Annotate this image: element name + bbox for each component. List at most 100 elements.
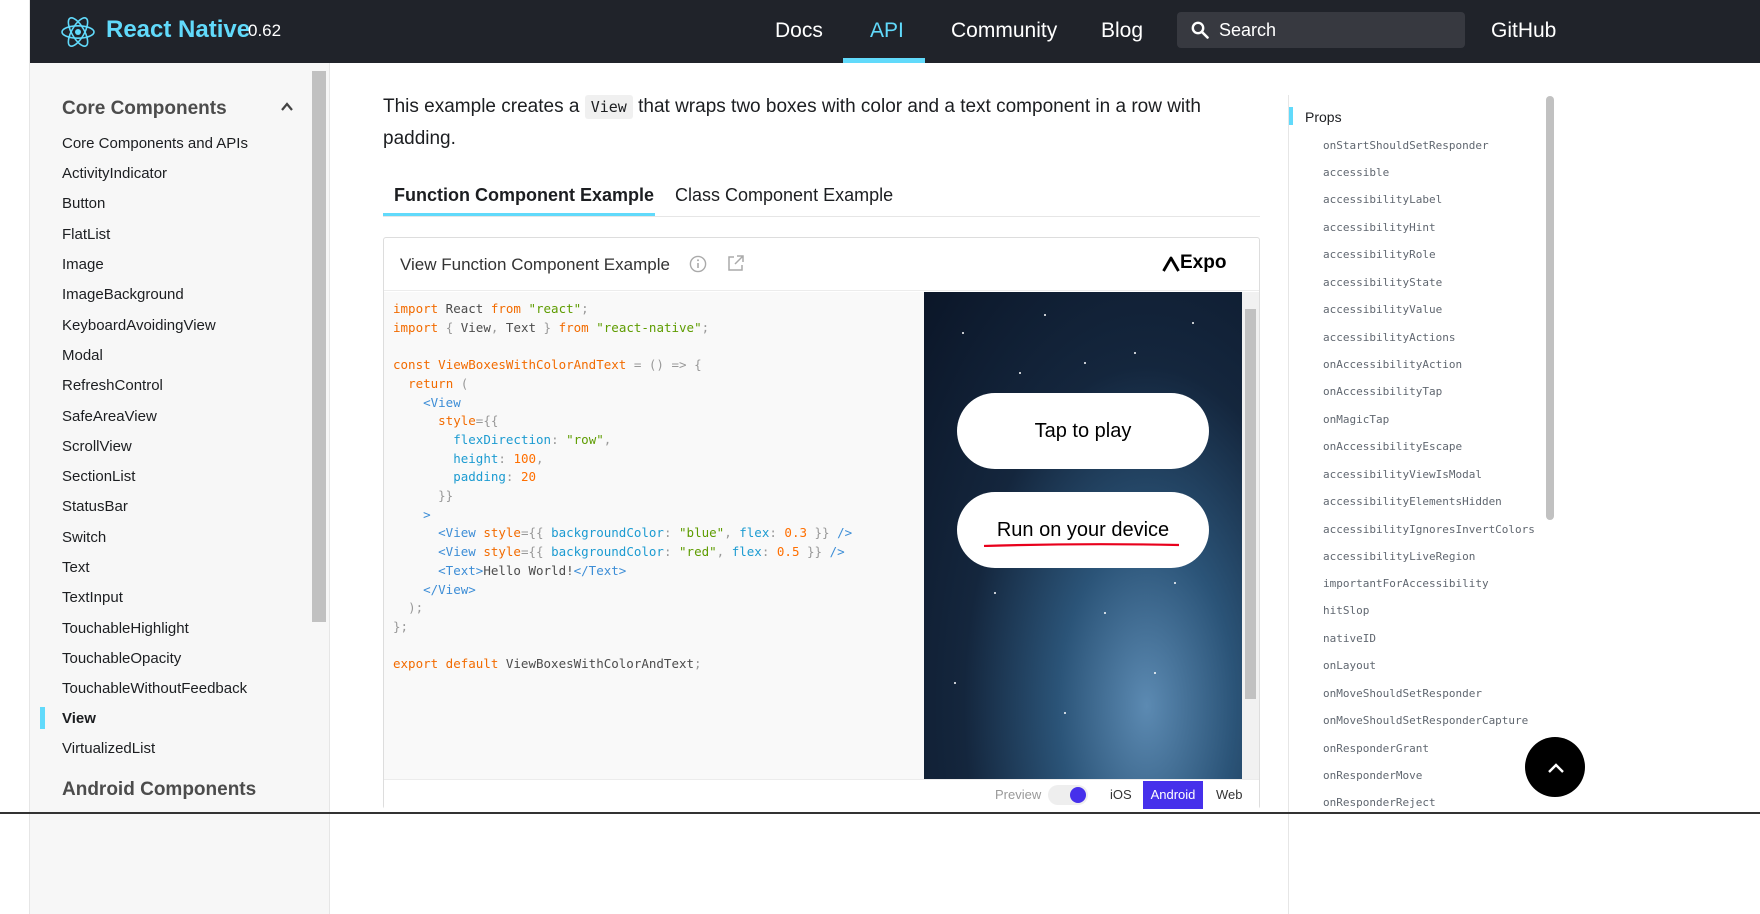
brand-name[interactable]: React Native [106, 16, 250, 44]
tap-to-play-button[interactable]: Tap to play [957, 393, 1209, 469]
chevron-up-icon[interactable] [280, 100, 294, 114]
tab-function-component-example[interactable]: Function Component Example [394, 185, 654, 206]
preview-toggle[interactable] [1048, 785, 1088, 805]
toc-item[interactable]: accessibilityHint [1323, 221, 1436, 234]
run-on-device-button[interactable]: Run on your device [957, 492, 1209, 568]
toc-active-indicator [1289, 107, 1293, 125]
sidebar-item-keyboardavoidingview[interactable]: KeyboardAvoidingView [62, 317, 216, 334]
sidebar-item-sectionlist[interactable]: SectionList [62, 468, 135, 485]
toc-heading-props[interactable]: Props [1305, 109, 1342, 125]
sidebar-item-button[interactable]: Button [62, 195, 105, 212]
top-navigation-bar: React Native 0.62 Docs API Community Blo… [30, 0, 1760, 63]
chevron-up-icon [1548, 763, 1564, 773]
sidebar-item-touchablehighlight[interactable]: TouchableHighlight [62, 620, 189, 637]
expo-logo-icon [1162, 256, 1180, 272]
preview-scrollbar[interactable] [1242, 292, 1259, 779]
sidebar-item-touchableopacity[interactable]: TouchableOpacity [62, 650, 181, 667]
preview-toggle-knob [1070, 787, 1086, 803]
intro-text-start: This example creates a [383, 96, 585, 117]
sidebar-item-image[interactable]: Image [62, 256, 104, 273]
sidebar-item-textinput[interactable]: TextInput [62, 589, 123, 606]
toc-item[interactable]: onLayout [1323, 659, 1376, 672]
preview-scrollbar-thumb[interactable] [1245, 309, 1256, 699]
nav-blog[interactable]: Blog [1101, 19, 1143, 43]
toc-item[interactable]: onMagicTap [1323, 413, 1389, 426]
sidebar-item-core-components-and-apis[interactable]: Core Components and APIs [62, 135, 248, 152]
expo-label[interactable]: Expo [1180, 252, 1226, 274]
search-placeholder: Search [1219, 20, 1277, 40]
toc-item[interactable]: accessibilityActions [1323, 331, 1455, 344]
toc-item[interactable]: onMoveShouldSetResponderCapture [1323, 714, 1528, 727]
sidebar: Core Components Core Components and APIs… [30, 63, 330, 914]
toc-item[interactable]: onAccessibilityTap [1323, 385, 1442, 398]
toc-item[interactable]: accessibilityElementsHidden [1323, 495, 1502, 508]
tab-divider [383, 216, 1260, 217]
toc-item[interactable]: accessibilityViewIsModal [1323, 468, 1482, 481]
external-link-icon[interactable] [726, 254, 745, 273]
bottom-border [0, 812, 1760, 814]
toc-item[interactable]: onResponderGrant [1323, 742, 1429, 755]
red-underline-annotation [983, 543, 1180, 547]
toc-item[interactable]: accessibilityValue [1323, 303, 1442, 316]
sidebar-section-core-components[interactable]: Core Components [62, 98, 227, 120]
snack-embed: View Function Component Example Expo imp… [383, 237, 1260, 809]
toc-item[interactable]: onResponderMove [1323, 769, 1422, 782]
sidebar-section-android-components[interactable]: Android Components [62, 779, 256, 801]
toc-item[interactable]: onAccessibilityAction [1323, 358, 1462, 371]
nav-docs[interactable]: Docs [775, 19, 823, 43]
nav-api[interactable]: API [870, 19, 904, 43]
platform-android[interactable]: Android [1143, 781, 1203, 809]
preview-label: Preview [995, 787, 1042, 802]
scroll-to-top-button[interactable] [1525, 737, 1585, 797]
toc-item[interactable]: importantForAccessibility [1323, 577, 1489, 590]
toc-item[interactable]: accessible [1323, 166, 1389, 179]
toc-item[interactable]: accessibilityIgnoresInvertColors [1323, 523, 1535, 536]
react-logo-icon[interactable] [60, 14, 96, 50]
intro-paragraph: This example creates a View that wraps t… [383, 91, 1233, 155]
nav-community[interactable]: Community [951, 19, 1057, 43]
toc-item[interactable]: accessibilityState [1323, 276, 1442, 289]
sidebar-item-touchablewithoutfeedback[interactable]: TouchableWithoutFeedback [62, 680, 247, 697]
sidebar-item-view[interactable]: View [62, 710, 96, 727]
info-icon[interactable] [689, 255, 707, 273]
code-editor[interactable]: import React from "react"; import { View… [384, 292, 924, 779]
sidebar-item-statusbar[interactable]: StatusBar [62, 498, 128, 515]
toc-item[interactable]: onStartShouldSetResponder [1323, 139, 1489, 152]
platform-web[interactable]: Web [1216, 787, 1243, 802]
sidebar-item-flatlist[interactable]: FlatList [62, 226, 110, 243]
table-of-contents: Props onStartShouldSetResponder accessib… [1288, 95, 1558, 914]
snack-title: View Function Component Example [400, 255, 670, 274]
sidebar-active-indicator [40, 707, 45, 729]
toc-scrollbar[interactable] [1546, 96, 1554, 520]
toc-item[interactable]: accessibilityRole [1323, 248, 1436, 261]
left-gutter [0, 0, 30, 914]
toc-item[interactable]: accessibilityLiveRegion [1323, 550, 1475, 563]
sidebar-item-imagebackground[interactable]: ImageBackground [62, 286, 184, 303]
sidebar-item-safeareaview[interactable]: SafeAreaView [62, 408, 157, 425]
sidebar-item-switch[interactable]: Switch [62, 529, 106, 546]
tab-class-component-example[interactable]: Class Component Example [675, 185, 893, 206]
sidebar-item-modal[interactable]: Modal [62, 347, 103, 364]
device-preview[interactable]: Tap to play Run on your device [924, 292, 1242, 779]
snack-header: View Function Component Example Expo [384, 238, 1259, 291]
platform-ios[interactable]: iOS [1110, 787, 1132, 802]
search-box[interactable]: Search [1177, 12, 1465, 48]
sidebar-item-refreshcontrol[interactable]: RefreshControl [62, 377, 163, 394]
toc-item[interactable]: accessibilityLabel [1323, 193, 1442, 206]
search-icon [1191, 21, 1209, 39]
sidebar-scrollbar[interactable] [312, 71, 326, 622]
main-content: This example creates a View that wraps t… [330, 63, 1280, 914]
toc-item[interactable]: nativeID [1323, 632, 1376, 645]
toc-item[interactable]: onAccessibilityEscape [1323, 440, 1462, 453]
toc-item[interactable]: hitSlop [1323, 604, 1369, 617]
intro-inline-code: View [584, 95, 633, 119]
toc-item[interactable]: onMoveShouldSetResponder [1323, 687, 1482, 700]
sidebar-item-scrollview[interactable]: ScrollView [62, 438, 132, 455]
sidebar-item-virtualizedlist[interactable]: VirtualizedList [62, 740, 155, 757]
sidebar-item-activityindicator[interactable]: ActivityIndicator [62, 165, 167, 182]
toc-item[interactable]: onResponderReject [1323, 796, 1436, 809]
nav-github[interactable]: GitHub [1491, 19, 1556, 43]
snack-footer: Preview iOS Android Web [384, 779, 1259, 809]
sidebar-item-text[interactable]: Text [62, 559, 90, 576]
version-label[interactable]: 0.62 [248, 21, 281, 41]
